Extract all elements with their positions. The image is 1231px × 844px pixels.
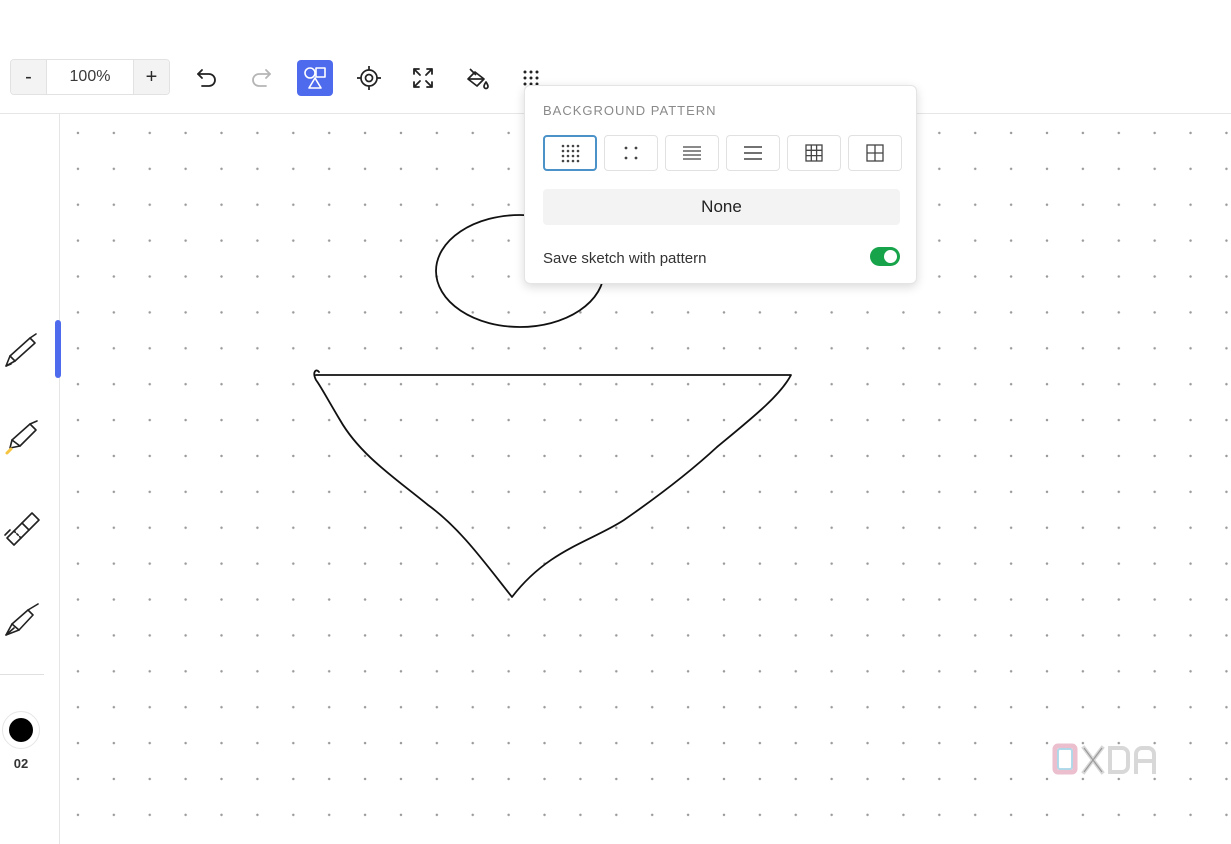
sparse-lines-icon bbox=[744, 146, 762, 160]
highlighter-icon bbox=[5, 420, 38, 455]
shapes-button[interactable] bbox=[297, 60, 333, 96]
redo-button[interactable] bbox=[243, 60, 279, 96]
pattern-sparse-dots[interactable] bbox=[604, 135, 658, 171]
current-color-dot bbox=[9, 718, 33, 742]
save-with-pattern-toggle[interactable] bbox=[870, 247, 900, 266]
sparse-grid-icon bbox=[866, 144, 884, 162]
zoom-out-button[interactable]: - bbox=[11, 60, 46, 94]
no-pattern-button[interactable]: None bbox=[543, 189, 900, 225]
save-with-pattern-label: Save sketch with pattern bbox=[543, 250, 707, 267]
undo-icon bbox=[197, 69, 216, 87]
calligraphy-pen-icon bbox=[5, 603, 39, 636]
crosshair-icon bbox=[357, 66, 381, 90]
fill-button[interactable] bbox=[459, 60, 495, 96]
pattern-sparse-lines[interactable] bbox=[726, 135, 780, 171]
popup-title: BACKGROUND PATTERN bbox=[543, 103, 717, 118]
zoom-in-button[interactable]: + bbox=[134, 60, 169, 94]
color-picker[interactable] bbox=[2, 711, 40, 749]
stroke-size-label[interactable]: 02 bbox=[0, 756, 42, 771]
sparse-dots-icon bbox=[624, 146, 638, 160]
undo-button[interactable] bbox=[189, 60, 225, 96]
dense-grid-icon bbox=[805, 144, 823, 162]
eraser-tool[interactable] bbox=[0, 506, 44, 550]
redo-icon bbox=[252, 69, 271, 87]
pen-icon bbox=[5, 333, 37, 367]
dense-dots-icon bbox=[561, 144, 580, 163]
pattern-sparse-grid[interactable] bbox=[848, 135, 902, 171]
pen-tool[interactable] bbox=[0, 328, 44, 372]
zoom-control: - 100% + bbox=[10, 59, 170, 95]
pattern-dense-dots[interactable] bbox=[543, 135, 597, 171]
background-pattern-popup: BACKGROUND PATTERN None Save sketch with… bbox=[524, 85, 917, 284]
pattern-dense-lines[interactable] bbox=[665, 135, 719, 171]
calligraphy-pen-tool[interactable] bbox=[0, 598, 44, 642]
recenter-button[interactable] bbox=[351, 60, 387, 96]
fit-to-screen-button[interactable] bbox=[405, 60, 441, 96]
sidebar-divider bbox=[0, 674, 44, 675]
dense-lines-icon bbox=[683, 146, 701, 160]
expand-icon bbox=[413, 68, 433, 88]
highlighter-tool[interactable] bbox=[0, 416, 44, 460]
pattern-dense-grid[interactable] bbox=[787, 135, 841, 171]
toggle-knob bbox=[884, 250, 897, 263]
zoom-level[interactable]: 100% bbox=[46, 60, 134, 94]
paint-bucket-icon bbox=[467, 68, 489, 90]
pattern-options bbox=[543, 135, 902, 171]
shapes-icon bbox=[304, 67, 326, 89]
eraser-icon bbox=[4, 512, 40, 546]
xda-watermark-logo bbox=[1052, 743, 1156, 775]
sidebar: 02 bbox=[0, 114, 61, 844]
